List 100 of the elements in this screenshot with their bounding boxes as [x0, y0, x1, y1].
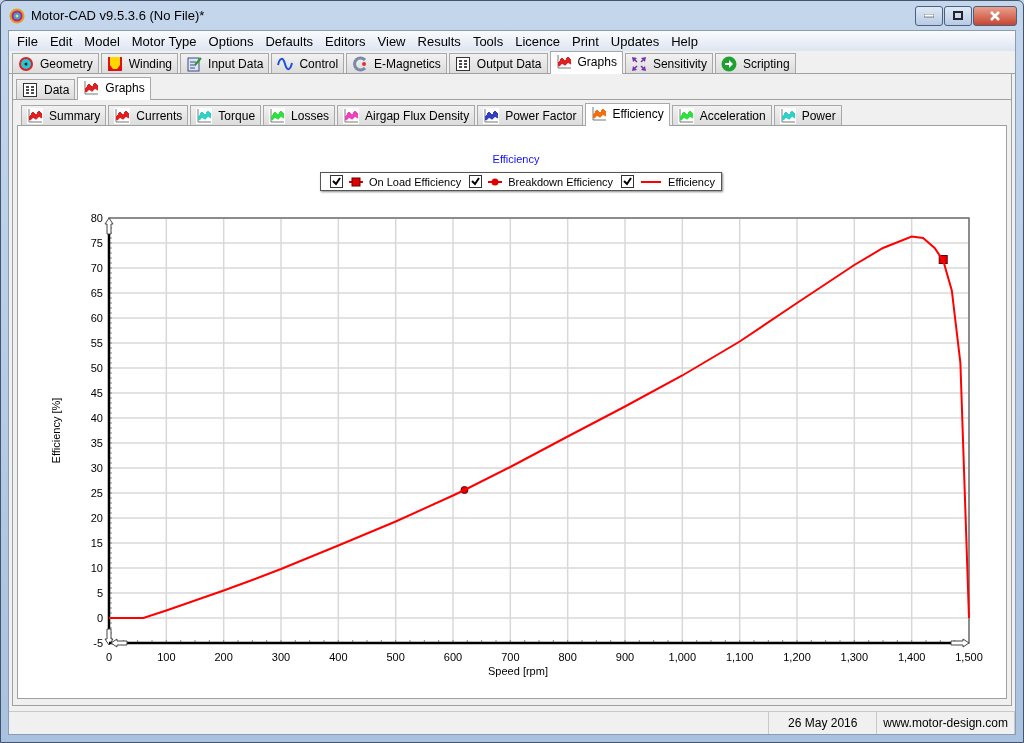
- tab[interactable]: Scripting: [714, 53, 796, 73]
- magnet-icon: [352, 55, 369, 72]
- checkbox[interactable]: [469, 175, 483, 188]
- axis-tick-label: 20: [90, 512, 103, 524]
- axis-tick-label: 1,400: [897, 651, 926, 663]
- axis-tick-label: 900: [615, 651, 635, 663]
- chart-title: Efficiency: [492, 153, 540, 165]
- axis-tick-label: 65: [90, 287, 103, 299]
- menu-item[interactable]: Motor Type: [125, 33, 203, 49]
- legend-label: On Load Efficiency: [369, 175, 462, 188]
- menu-item[interactable]: Edit: [43, 33, 79, 49]
- menu-item[interactable]: Editors: [319, 33, 372, 49]
- axis-tick-label: -5: [93, 637, 103, 649]
- status-date: 26 May 2016: [769, 712, 878, 734]
- window-title: Motor-CAD v9.5.3.6 (No File)*: [31, 8, 206, 23]
- axis-tick-label: 55: [90, 337, 103, 349]
- axis-tick-label: 80: [90, 212, 103, 224]
- tab[interactable]: Summary: [21, 105, 107, 125]
- axis-tick-label: 40: [90, 412, 103, 424]
- axis-tick-label: 1,200: [783, 651, 811, 663]
- tab[interactable]: Input Data: [180, 53, 270, 73]
- table-icon: [454, 55, 471, 72]
- axis-tick-label: 60: [90, 312, 103, 324]
- expand-arrows-icon: [630, 55, 647, 72]
- legend-label: Efficiency: [668, 175, 715, 188]
- minimize-icon: [924, 13, 934, 18]
- axis-tick-label: 200: [214, 651, 233, 663]
- axis-tick-label: 5: [96, 587, 103, 599]
- menu-item[interactable]: Results: [411, 33, 467, 49]
- axis-tick-label: 10: [90, 562, 103, 574]
- tab[interactable]: Power Factor: [477, 105, 583, 125]
- sine-wave-icon: [277, 55, 294, 72]
- winding-icon: [106, 55, 123, 72]
- tab[interactable]: Graphs: [549, 51, 623, 74]
- checkbox[interactable]: [621, 175, 635, 188]
- tab[interactable]: Currents: [108, 105, 189, 125]
- tab[interactable]: Losses: [263, 105, 336, 125]
- axis-tick-label: 70: [90, 262, 103, 274]
- axis-tick-label: 75: [90, 237, 103, 249]
- maximize-icon: [953, 11, 963, 20]
- axis-tick-label: 0: [96, 612, 103, 624]
- axis-tick-label: 25: [90, 487, 103, 499]
- tab[interactable]: Acceleration: [671, 105, 772, 125]
- tab[interactable]: Output Data: [448, 53, 548, 73]
- close-icon: [989, 10, 1001, 21]
- app-logo-icon: [9, 7, 25, 24]
- tab[interactable]: Winding: [100, 53, 179, 73]
- tab[interactable]: Efficiency: [584, 103, 670, 126]
- minimize-button[interactable]: [915, 5, 943, 26]
- tab[interactable]: Torque: [190, 105, 262, 125]
- maximize-button[interactable]: [944, 5, 972, 26]
- axis-tick-label: 100: [157, 651, 176, 663]
- legend-label: Breakdown Efficiency: [508, 175, 614, 188]
- close-button[interactable]: [973, 5, 1017, 26]
- menu-item[interactable]: Tools: [466, 33, 510, 49]
- tab[interactable]: Geometry: [12, 53, 99, 73]
- axis-tick-label: 50: [90, 362, 103, 374]
- axis-tick-label: 400: [329, 651, 348, 663]
- axis-tick-label: 1,500: [955, 651, 983, 663]
- axis-tick-label: 600: [443, 651, 463, 663]
- menu-item[interactable]: Help: [665, 33, 704, 49]
- menu-item[interactable]: Model: [78, 33, 126, 49]
- axis-title: Efficiency [%]: [50, 397, 62, 464]
- menu-item[interactable]: Licence: [509, 33, 567, 49]
- square-marker-icon: [348, 176, 364, 187]
- menu-item[interactable]: File: [11, 33, 44, 49]
- document-pen-icon: [186, 55, 203, 72]
- checkbox[interactable]: [330, 175, 343, 188]
- data-point-marker: [460, 486, 469, 494]
- tab[interactable]: E-Magnetics: [346, 53, 447, 73]
- tab[interactable]: Graphs: [77, 77, 151, 100]
- axis-tick-label: 1,300: [840, 651, 869, 663]
- status-website: www.motor-design.com: [877, 712, 1015, 734]
- menu-item[interactable]: Updates: [604, 33, 666, 49]
- target-icon: [18, 55, 34, 72]
- line-graph-icon: [83, 80, 100, 96]
- data-point-marker: [938, 255, 948, 264]
- axis-title: Speed [rpm]: [488, 665, 548, 677]
- axis-tick-label: 800: [558, 651, 577, 663]
- axis-tick-label: 500: [386, 651, 405, 663]
- axis-tick-label: 0: [105, 651, 113, 663]
- tab[interactable]: Airgap Flux Density: [337, 105, 476, 125]
- tab[interactable]: Control: [271, 53, 345, 73]
- axis-tick-label: 30: [90, 462, 103, 474]
- axis-tick-label: 35: [90, 437, 103, 449]
- menu-item[interactable]: Defaults: [259, 33, 320, 49]
- axis-tick-label: 15: [90, 537, 103, 549]
- tab[interactable]: Sensitivity: [624, 53, 713, 73]
- menu-item[interactable]: Options: [202, 33, 260, 49]
- arrow-circle-icon: [720, 55, 737, 72]
- line-graph-icon: [555, 54, 572, 70]
- axis-tick-label: 1,100: [725, 651, 754, 663]
- table-icon: [22, 81, 38, 98]
- menu-item[interactable]: View: [371, 33, 412, 49]
- tab[interactable]: Data: [16, 79, 76, 99]
- tab[interactable]: Power: [773, 105, 842, 125]
- menu-item[interactable]: Print: [566, 33, 605, 49]
- axis-tick-label: 45: [90, 387, 103, 399]
- axis-tick-label: 1,000: [668, 651, 697, 663]
- axis-tick-label: 700: [501, 651, 520, 663]
